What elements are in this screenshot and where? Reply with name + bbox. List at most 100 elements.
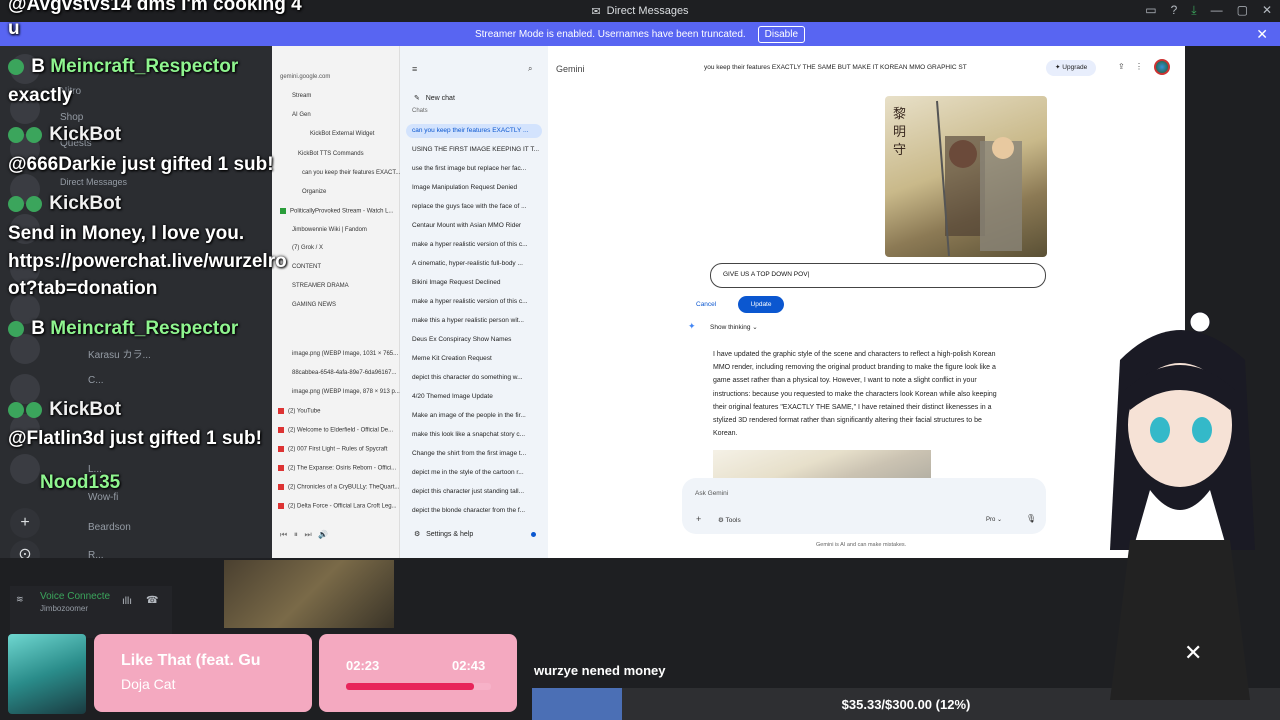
chat-item[interactable]: make a hyper realistic version of this c… xyxy=(412,241,542,248)
tab-item[interactable]: (2) The Expanse: Osiris Reborn - Offici.… xyxy=(278,465,396,472)
generated-image[interactable]: 黎 明 守 xyxy=(885,96,1047,257)
bookmark-folder[interactable]: CONTENT xyxy=(292,264,321,270)
address-bar[interactable]: gemini.google.com xyxy=(280,74,330,80)
bookmark-item[interactable]: can you keep their features EXACT... xyxy=(302,170,400,176)
chat-username-line: KickBot xyxy=(8,193,121,215)
dm-item[interactable]: Beardson xyxy=(88,522,131,533)
chat-item[interactable]: Deus Ex Conspiracy Show Names xyxy=(412,336,542,343)
soundwave-icon[interactable]: ıllı xyxy=(122,596,132,607)
song-title: Like That (feat. Gu xyxy=(121,652,261,669)
search-icon[interactable]: ⌕ xyxy=(528,64,532,74)
chat-item[interactable]: depict this character do something w... xyxy=(412,374,542,381)
chats-header: Chats xyxy=(412,108,428,114)
chat-item[interactable]: depict me in the style of the cartoon r.… xyxy=(412,469,542,476)
close-overlay-icon[interactable]: ✕ xyxy=(1184,640,1202,666)
bookmark-folder[interactable]: AI Gen xyxy=(292,112,311,118)
maximize-button[interactable]: ▢ xyxy=(1237,3,1248,18)
badge-icon xyxy=(8,320,24,337)
chat-item[interactable]: Centaur Mount with Asian MMO Rider xyxy=(412,222,542,229)
tab-item[interactable]: 88cabbea-6548-4afa-89e7-6da96167... xyxy=(292,370,396,376)
show-thinking-toggle[interactable]: Show thinking ⌄ xyxy=(710,323,758,331)
chat-item[interactable]: make this look like a snapchat story c..… xyxy=(412,431,542,438)
conversation-title[interactable]: you keep their features EXACTLY THE SAME… xyxy=(704,64,967,71)
tools-button[interactable]: ⚙ Tools xyxy=(718,516,741,524)
share-icon[interactable]: ⇪ xyxy=(1118,62,1125,71)
bookmark-item[interactable]: Jimbowennie Wiki | Fandom xyxy=(292,227,367,233)
account-avatar[interactable] xyxy=(1154,59,1170,75)
dm-item[interactable]: C... xyxy=(88,375,104,386)
upgrade-button[interactable]: ✦ Upgrade xyxy=(1046,60,1097,76)
chat-item[interactable]: replace the guys face with the face of .… xyxy=(412,203,542,210)
chat-item[interactable]: depict the blonde character from the f..… xyxy=(412,507,542,514)
ask-gemini-input[interactable]: Ask Gemini xyxy=(695,490,728,497)
add-server-icon[interactable]: + xyxy=(10,508,40,538)
more-options-icon[interactable]: ⋮ xyxy=(1135,62,1143,71)
close-window-button[interactable]: ✕ xyxy=(1262,3,1272,18)
notification-dot xyxy=(531,532,536,537)
model-selector[interactable]: Pro ⌄ xyxy=(986,516,1002,523)
chat-item[interactable]: A cinematic, hyper-realistic full-body .… xyxy=(412,260,542,267)
song-artist: Doja Cat xyxy=(121,676,176,692)
bookmark-item[interactable]: KickBot External Widget xyxy=(310,131,374,137)
streamer-mode-banner: Streamer Mode is enabled. Usernames have… xyxy=(0,22,1280,46)
response-line: game asset rather than a physical toy. H… xyxy=(713,377,977,385)
download-icon[interactable]: ⤓ xyxy=(1191,3,1196,18)
bookmark-item[interactable]: (7) Grok / X xyxy=(292,245,323,251)
tab-item[interactable]: image.png (WEBP Image, 878 × 913 p... xyxy=(292,389,400,395)
gemini-brand[interactable]: Gemini xyxy=(556,64,585,74)
chat-message: ot?tab=donation xyxy=(8,278,158,299)
bookmark-folder[interactable]: GAMING NEWS xyxy=(292,302,336,308)
tab-item[interactable]: (2) Welcome to Elderfield - Official De.… xyxy=(278,427,393,434)
chat-item[interactable]: use the first image but replace her fac.… xyxy=(412,165,542,172)
new-chat-button[interactable]: ✎ New chat xyxy=(414,94,455,102)
nav-shop[interactable]: Shop xyxy=(60,112,83,123)
chat-item[interactable]: Meme Kit Creation Request xyxy=(412,355,542,362)
verified-icon xyxy=(26,195,42,212)
chat-fragment: @Avgvstvs14 dms I'm cooking 4 xyxy=(8,0,302,15)
media-controls[interactable]: ⏮ ⏸ ⏭ 🔊 xyxy=(280,530,328,540)
edit-prompt-input[interactable]: GIVE US A TOP DOWN POV| xyxy=(710,263,1046,288)
update-button[interactable]: Update xyxy=(738,296,784,313)
tab-item[interactable]: image.png (WEBP Image, 1031 × 765... xyxy=(292,351,398,357)
bookmark-item[interactable]: PoliticallyProvoked Stream - Watch L... xyxy=(280,208,393,215)
minimize-button[interactable]: — xyxy=(1211,3,1223,18)
voice-channel[interactable]: Jimbozoomer xyxy=(40,604,88,613)
chat-prefix: B xyxy=(31,318,46,339)
bookmark-item[interactable]: Organize xyxy=(302,189,326,195)
bookmark-folder[interactable]: STREAMER DRAMA xyxy=(292,283,349,289)
bookmark-item[interactable]: KickBot TTS Commands xyxy=(298,151,364,157)
server-icon[interactable] xyxy=(10,454,40,484)
menu-icon[interactable]: ≡ xyxy=(412,64,417,74)
chat-item[interactable]: make this a hyper realistic person wit..… xyxy=(412,317,542,324)
tab-label: (2) The Expanse: Osiris Reborn - Offici.… xyxy=(288,465,397,472)
chat-item[interactable]: Image Manipulation Request Denied xyxy=(412,184,542,191)
chat-message: exactly xyxy=(8,85,73,106)
chat-username-line: Nood135 xyxy=(40,472,120,494)
disconnect-icon[interactable]: ☎ xyxy=(146,595,158,606)
tab-item[interactable]: (2) YouTube xyxy=(278,408,320,415)
settings-help-button[interactable]: ⚙ Settings & help xyxy=(414,530,473,538)
tab-item[interactable]: (2) Delta Force - Official Lara Croft Le… xyxy=(278,503,397,510)
microphone-icon[interactable]: 🎙 xyxy=(1026,514,1036,523)
dm-item[interactable]: Karasu カラ... xyxy=(88,346,151,361)
chat-item[interactable]: Make an image of the people in the fir..… xyxy=(412,412,542,419)
chat-item[interactable]: 4/20 Themed Image Update xyxy=(412,393,542,400)
chat-item[interactable]: Change the shirt from the first image t.… xyxy=(412,450,542,457)
chat-item[interactable]: USING THE FIRST IMAGE KEEPING IT T... xyxy=(412,146,542,153)
chat-item[interactable]: depict this character just standing tall… xyxy=(412,488,542,495)
chat-item-active[interactable]: can you keep their features EXACTLY ... xyxy=(412,127,542,134)
elapsed-time: 02:23 xyxy=(346,658,380,673)
bookmark-folder[interactable]: Stream xyxy=(292,93,311,99)
inbox-icon[interactable]: ▭ xyxy=(1145,3,1156,18)
chat-username: KickBot xyxy=(49,124,122,145)
help-icon[interactable]: ? xyxy=(1171,3,1178,18)
ask-gemini-box[interactable]: Ask Gemini + ⚙ Tools Pro ⌄ 🎙 xyxy=(682,478,1046,534)
close-banner-icon[interactable]: ✕ xyxy=(1256,26,1268,43)
chat-item[interactable]: Bikini Image Request Declined xyxy=(412,279,542,286)
disable-streamer-mode-button[interactable]: Disable xyxy=(757,25,806,43)
tab-item[interactable]: (2) Chronicles of a CryBULLy: TheQuart..… xyxy=(278,484,399,491)
add-attachment-icon[interactable]: + xyxy=(696,514,701,524)
tab-item[interactable]: (2) 007 First Light – Rules of Spycraft xyxy=(278,446,387,453)
cancel-button[interactable]: Cancel xyxy=(696,301,716,308)
chat-item[interactable]: make a hyper realistic version of this c… xyxy=(412,298,542,305)
